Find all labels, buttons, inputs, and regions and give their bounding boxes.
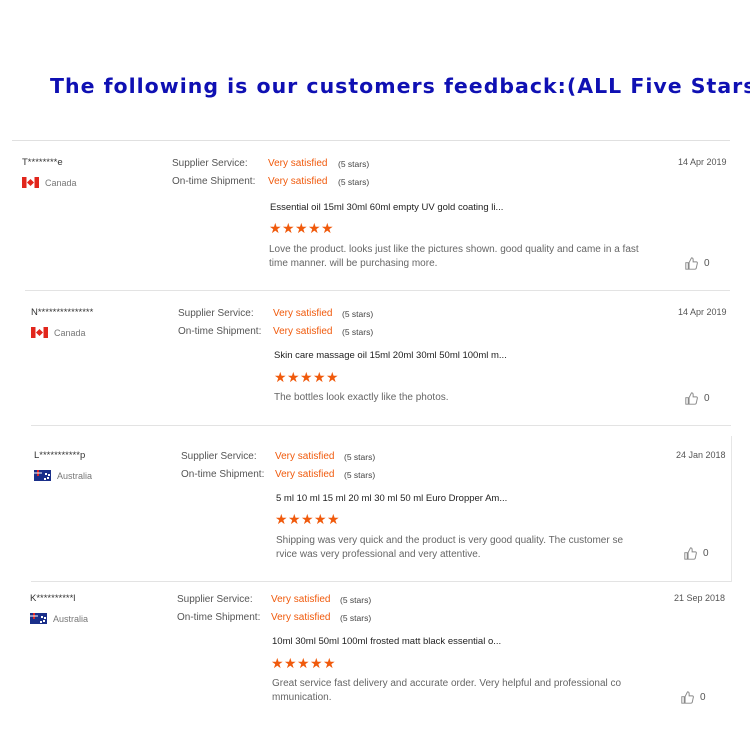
reviewer-name: N***************	[31, 307, 94, 318]
like-button[interactable]: 0	[681, 691, 706, 704]
supplier-service-label: Supplier Service:	[172, 158, 248, 169]
supplier-service-stars: (5 stars)	[338, 159, 370, 169]
reviewer-name: L***********p	[34, 450, 86, 461]
feedback-banner: The following is our customers feedback:…	[50, 74, 750, 98]
thumbs-up-icon	[685, 392, 698, 405]
australia-flag-icon	[30, 613, 47, 624]
review-date: 14 Apr 2019	[678, 307, 727, 317]
supplier-service-value: Very satisfied	[271, 594, 331, 605]
shipment-label: On-time Shipment:	[172, 176, 256, 187]
like-count: 0	[704, 393, 710, 404]
review-comment: The bottles look exactly like the photos…	[274, 392, 449, 403]
star-icon: ★	[321, 220, 335, 236]
canada-flag-icon	[31, 327, 48, 338]
shipment-label: On-time Shipment:	[178, 326, 262, 337]
star-icon: ★	[269, 220, 283, 236]
star-icon: ★	[308, 220, 322, 236]
star-icon: ★	[300, 369, 314, 385]
star-rating: ★★★★★	[274, 370, 339, 384]
review-card: K**********l Australia Supplier Service:…	[30, 593, 730, 727]
supplier-service-value: Very satisfied	[268, 158, 328, 169]
supplier-service-value: Very satisfied	[275, 451, 335, 462]
supplier-service-label: Supplier Service:	[178, 308, 254, 319]
star-icon: ★	[314, 511, 328, 527]
star-icon: ★	[287, 369, 301, 385]
star-icon: ★	[297, 655, 311, 671]
country-label: Canada	[45, 177, 77, 188]
divider	[731, 436, 732, 582]
shipment-stars: (5 stars)	[342, 327, 374, 337]
reviewer-country: Australia	[30, 613, 88, 624]
canada-flag-icon	[22, 177, 39, 188]
thumbs-up-icon	[685, 257, 698, 270]
star-rating: ★★★★★	[275, 512, 340, 526]
review-card: L***********p Australia Supplier Service…	[34, 450, 734, 584]
star-icon: ★	[323, 655, 337, 671]
reviewer-country: Canada	[22, 177, 77, 188]
like-count: 0	[700, 692, 706, 703]
review-date: 14 Apr 2019	[678, 157, 727, 167]
product-link[interactable]: 10ml 30ml 50ml 100ml frosted matt black …	[272, 636, 501, 647]
divider	[31, 425, 731, 426]
australia-flag-icon	[34, 470, 51, 481]
thumbs-up-icon	[681, 691, 694, 704]
divider	[25, 290, 730, 291]
review-comment: Love the product. looks just like the pi…	[269, 244, 639, 269]
star-icon: ★	[271, 655, 285, 671]
product-link[interactable]: 5 ml 10 ml 15 ml 20 ml 30 ml 50 ml Euro …	[276, 493, 507, 504]
star-icon: ★	[327, 511, 341, 527]
star-icon: ★	[310, 655, 324, 671]
review-comment: Shipping was very quick and the product …	[276, 535, 624, 560]
divider	[31, 581, 731, 582]
shipment-value: Very satisfied	[268, 176, 328, 187]
country-label: Canada	[54, 327, 86, 338]
shipment-value: Very satisfied	[275, 469, 335, 480]
country-label: Australia	[53, 613, 89, 624]
star-icon: ★	[295, 220, 309, 236]
shipment-stars: (5 stars)	[338, 177, 370, 187]
star-icon: ★	[313, 369, 327, 385]
like-button[interactable]: 0	[685, 257, 710, 270]
product-link[interactable]: Essential oil 15ml 30ml 60ml empty UV go…	[270, 202, 503, 213]
shipment-value: Very satisfied	[273, 326, 333, 337]
like-count: 0	[704, 258, 710, 269]
shipment-value: Very satisfied	[271, 612, 331, 623]
reviewer-name: T********e	[22, 157, 63, 168]
star-rating: ★★★★★	[271, 656, 336, 670]
review-card: T********e Canada Supplier Service: Very…	[22, 157, 730, 291]
divider	[12, 140, 730, 141]
shipment-stars: (5 stars)	[344, 470, 376, 480]
shipment-stars: (5 stars)	[340, 613, 372, 623]
review-date: 21 Sep 2018	[674, 593, 726, 603]
supplier-service-stars: (5 stars)	[344, 452, 376, 462]
star-icon: ★	[284, 655, 298, 671]
star-icon: ★	[326, 369, 340, 385]
review-date: 24 Jan 2018	[676, 450, 726, 460]
star-icon: ★	[301, 511, 315, 527]
shipment-label: On-time Shipment:	[181, 469, 265, 480]
review-card: N*************** Canada Supplier Service…	[31, 307, 731, 441]
supplier-service-label: Supplier Service:	[181, 451, 257, 462]
review-comment: Great service fast delivery and accurate…	[272, 678, 622, 703]
supplier-service-value: Very satisfied	[273, 308, 333, 319]
supplier-service-stars: (5 stars)	[342, 309, 374, 319]
reviewer-name: K**********l	[30, 593, 76, 604]
star-icon: ★	[288, 511, 302, 527]
like-button[interactable]: 0	[684, 547, 709, 560]
supplier-service-label: Supplier Service:	[177, 594, 253, 605]
reviewer-country: Australia	[34, 470, 92, 481]
thumbs-up-icon	[684, 547, 697, 560]
star-icon: ★	[282, 220, 296, 236]
shipment-label: On-time Shipment:	[177, 612, 261, 623]
star-icon: ★	[274, 369, 288, 385]
reviewer-country: Canada	[31, 327, 86, 338]
star-icon: ★	[275, 511, 289, 527]
product-link[interactable]: Skin care massage oil 15ml 20ml 30ml 50m…	[274, 350, 507, 361]
supplier-service-stars: (5 stars)	[340, 595, 372, 605]
like-button[interactable]: 0	[685, 392, 710, 405]
like-count: 0	[703, 548, 709, 559]
country-label: Australia	[57, 470, 93, 481]
star-rating: ★★★★★	[269, 221, 334, 235]
